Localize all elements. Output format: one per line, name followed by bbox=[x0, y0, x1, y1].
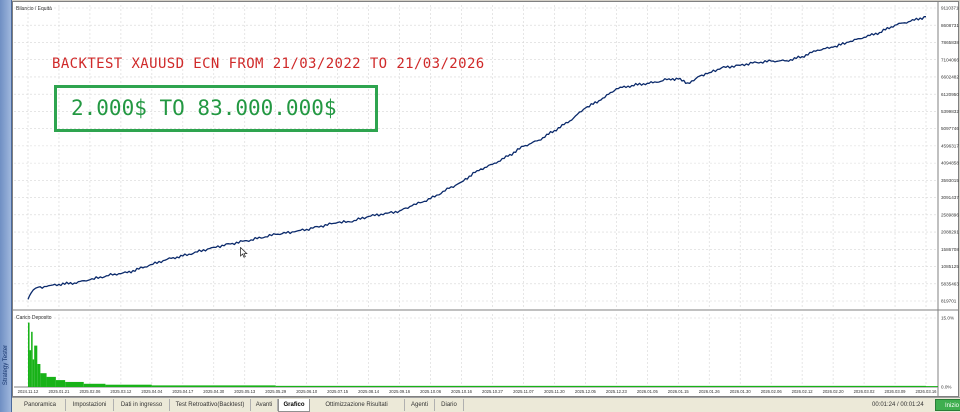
tab-impostazioni[interactable]: Impostazioni bbox=[66, 399, 114, 411]
tab-panoramica[interactable]: Panoramica bbox=[15, 399, 66, 411]
x-tick-label: 2025.05.13 bbox=[234, 389, 256, 394]
x-tick-label: 2025.04.17 bbox=[172, 389, 194, 394]
y-tick-label: 15.0% bbox=[941, 316, 954, 321]
x-tick-label: 2025.07.15 bbox=[327, 389, 349, 394]
deposit-load-bar bbox=[926, 386, 938, 387]
y-tick-label: 10851253 bbox=[941, 264, 959, 269]
tab-grafico[interactable]: Grafico bbox=[278, 399, 310, 412]
deposit-load-bar bbox=[34, 345, 38, 387]
y-tick-label: 66024820 bbox=[941, 75, 959, 80]
deposit-load-bar bbox=[31, 331, 33, 387]
deposit-load-bar bbox=[275, 385, 927, 387]
deposit-load-bar bbox=[29, 350, 32, 387]
y-tick-label: 30914375 bbox=[941, 195, 959, 200]
y-tick-label: 91103716 bbox=[941, 6, 959, 11]
x-tick-label: 2025.08.14 bbox=[358, 389, 380, 394]
x-tick-label: 2026.02.20 bbox=[823, 389, 845, 394]
start-button[interactable]: Inizio bbox=[935, 399, 960, 411]
y-tick-label: 5835463 bbox=[941, 281, 959, 286]
x-tick-label: 2025.05.29 bbox=[265, 389, 287, 394]
x-tick-label: 2026.03.16 bbox=[916, 389, 938, 394]
y-tick-label: 15867081 bbox=[941, 247, 959, 252]
x-tick-label: 2025.10.06 bbox=[420, 389, 442, 394]
x-tick-label: 2026.01.26 bbox=[699, 389, 721, 394]
result-text: 2.000$ TO 83.000.000$ bbox=[71, 96, 337, 120]
y-tick-label: 0.0% bbox=[941, 385, 951, 390]
deposit-load-bar bbox=[65, 381, 84, 387]
backtest-title: BACKTEST XAUUSD ECN FROM 21/03/2022 TO 2… bbox=[52, 56, 485, 72]
tab-test-retroattivo-backtest[interactable]: Test Retroattivo(Backtest) bbox=[170, 399, 251, 411]
x-tick-label: 2025.11.20 bbox=[544, 389, 565, 394]
deposit-load-bar bbox=[28, 322, 30, 387]
y-tick-label: 61209504 bbox=[941, 92, 959, 97]
tab-ottimizzazione-risultati[interactable]: Ottimizzazione Risultati bbox=[309, 399, 405, 411]
y-tick-label: 86087315 bbox=[941, 23, 959, 28]
y-tick-label: 78658382 bbox=[941, 40, 959, 45]
y-tick-label: 35930155 bbox=[941, 178, 959, 183]
y-tick-label: 20882917 bbox=[941, 230, 959, 235]
deposit-load-bar bbox=[55, 380, 66, 387]
x-tick-label: 2026.02.12 bbox=[792, 389, 814, 394]
tab-avanti[interactable]: Avanti bbox=[251, 399, 278, 411]
strategy-tester-sidebar[interactable]: Strategy Tester bbox=[0, 0, 12, 412]
y-tick-label: 819701 bbox=[941, 299, 957, 304]
tab-diario[interactable]: Diario bbox=[435, 399, 464, 411]
x-tick-label: 2025.09.16 bbox=[389, 389, 411, 394]
x-tick-label: 2025.01.21 bbox=[48, 389, 70, 394]
x-tick-label: 2024.11.12 bbox=[18, 389, 39, 394]
x-tick-label: 2026.01.15 bbox=[668, 389, 690, 394]
x-tick-label: 2025.10.16 bbox=[451, 389, 473, 394]
x-tick-label: 2025.11.07 bbox=[513, 389, 534, 394]
x-tick-label: 2025.03.12 bbox=[110, 389, 132, 394]
x-tick-label: 2025.12.23 bbox=[606, 389, 628, 394]
sidebar-label: Strategy Tester bbox=[3, 344, 9, 386]
tab-dati-in-ingresso[interactable]: Dati in ingresso bbox=[114, 399, 170, 411]
x-tick-label: 2026.01.30 bbox=[730, 389, 752, 394]
x-tick-label: 2026.02.06 bbox=[761, 389, 783, 394]
tester-tabbar: Panoramica Impostazioni Dati in ingresso Te… bbox=[12, 397, 960, 412]
y-tick-label: 40948583 bbox=[941, 161, 959, 166]
mouse-cursor-icon bbox=[240, 247, 248, 258]
deposit-load-bar bbox=[46, 376, 56, 387]
y-tick-label: 45963170 bbox=[941, 143, 959, 148]
deposit-load-bar bbox=[32, 359, 35, 387]
x-tick-label: 2025.12.05 bbox=[575, 389, 597, 394]
x-tick-label: 2025.04.04 bbox=[141, 389, 163, 394]
deposit-load-bar bbox=[40, 373, 47, 387]
x-tick-label: 2026.01.05 bbox=[637, 389, 659, 394]
x-tick-label: 2026.03.02 bbox=[854, 389, 876, 394]
y-tick-label: 25898963 bbox=[941, 212, 959, 217]
x-tick-label: 2025.06.10 bbox=[296, 389, 318, 394]
deposit-load-bar bbox=[83, 383, 106, 387]
elapsed-timer: 00:01:24 / 00:01:24 bbox=[872, 402, 924, 408]
deposit-load-bar bbox=[105, 384, 152, 387]
y-tick-label: 71040669 bbox=[941, 57, 959, 62]
tab-agenti[interactable]: Agenti bbox=[405, 399, 435, 411]
x-tick-label: 2026.03.09 bbox=[885, 389, 907, 394]
x-tick-label: 2025.04.30 bbox=[203, 389, 225, 394]
x-tick-label: 2025.02.06 bbox=[79, 389, 101, 394]
result-box: 2.000$ TO 83.000.000$ bbox=[54, 85, 378, 132]
deposit-load-bar bbox=[151, 385, 276, 387]
y-tick-label: 53998326 bbox=[941, 109, 959, 114]
balance-legend: Bilancio / Equità bbox=[16, 6, 52, 12]
deposit-load-bar bbox=[37, 364, 41, 387]
y-tick-label: 50977460 bbox=[941, 126, 959, 131]
x-tick-label: 2025.10.27 bbox=[482, 389, 504, 394]
